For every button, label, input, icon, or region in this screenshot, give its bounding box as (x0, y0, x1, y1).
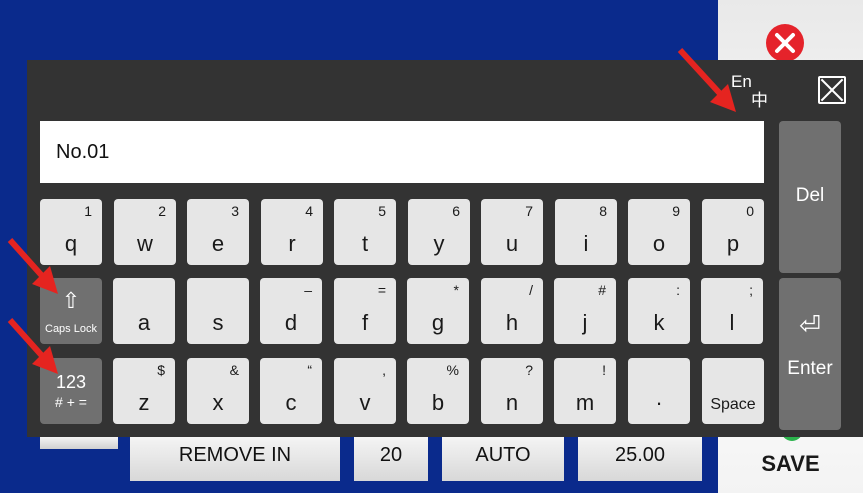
key-label: m (575, 390, 595, 415)
key-label: x (212, 390, 224, 415)
lang-secondary: 中 (751, 91, 768, 110)
annotation-arrow-num (7, 317, 58, 374)
annotation-arrow-lang (677, 47, 736, 112)
key-label: j (582, 310, 588, 335)
key-row3-5[interactable]: ? n (481, 358, 543, 424)
bottom-field-stub[interactable] (40, 437, 118, 449)
key-label: u (505, 231, 519, 256)
key-alt-symbol: * (453, 282, 459, 298)
key-row2-5[interactable]: / h (481, 278, 543, 344)
key-row2-1[interactable]: s (187, 278, 249, 344)
key-label: v (359, 390, 371, 415)
key-alt-symbol: 6 (452, 203, 460, 219)
key-alt-symbol: 7 (525, 203, 533, 219)
key-label: p (726, 231, 740, 256)
key-row1-5[interactable]: 6y (408, 199, 470, 265)
key-alt-symbol: = (377, 282, 386, 298)
del-key[interactable]: Del (779, 121, 841, 273)
key-alt-symbol: 5 (378, 203, 386, 219)
count-field[interactable]: 20 (354, 437, 428, 481)
key-alt-symbol: : (676, 282, 680, 298)
key-label: e (211, 231, 225, 256)
close-box-icon[interactable] (818, 76, 846, 104)
remove-in-field[interactable]: REMOVE IN (130, 437, 340, 481)
key-label: l (729, 310, 735, 335)
key-row3-0[interactable]: $ z (113, 358, 175, 424)
mode-field[interactable]: AUTO (442, 437, 564, 481)
key-label: h (505, 310, 519, 335)
key-row2-6[interactable]: # j (554, 278, 616, 344)
key-label: w (137, 231, 153, 256)
key-label: n (505, 390, 519, 415)
key-label: o (652, 231, 666, 256)
symbols-label: # + = (55, 394, 87, 410)
key-row2-7[interactable]: :k (628, 278, 690, 344)
key-alt-symbol: ! (602, 362, 606, 378)
key-row3-3[interactable]: ,v (334, 358, 396, 424)
key-row1-4[interactable]: 5t (334, 199, 396, 265)
key-row1-6[interactable]: 7u (481, 199, 543, 265)
key-alt-symbol: # (598, 282, 606, 298)
key-alt-symbol: , (382, 362, 386, 378)
key-label: a (137, 310, 151, 335)
key-alt-symbol: & (229, 362, 239, 378)
key-row1-2[interactable]: 3e (187, 199, 249, 265)
key-label: f (361, 310, 369, 335)
key-alt-symbol: 8 (599, 203, 607, 219)
enter-icon: ⏎ (799, 310, 821, 340)
key-row3-6[interactable]: ! m (554, 358, 616, 424)
key-alt-symbol: “ (307, 362, 312, 378)
key-row3-1[interactable]: & x (187, 358, 249, 424)
enter-key[interactable]: ⏎ Enter (779, 278, 841, 430)
key-row1-8[interactable]: 9o (628, 199, 690, 265)
key-alt-symbol: ; (749, 282, 753, 298)
key-label: r (288, 231, 296, 256)
key-label: y (433, 231, 445, 256)
value-field[interactable]: 25.00 (578, 437, 702, 481)
key-label: z (138, 390, 150, 415)
key-label: c (285, 390, 297, 415)
key-row2-8[interactable]: ; l (701, 278, 763, 344)
key-row1-3[interactable]: 4r (261, 199, 323, 265)
key-label: b (431, 390, 445, 415)
key-label: i (583, 231, 589, 256)
key-alt-symbol: % (446, 362, 459, 378)
key-row3-2[interactable]: “c (260, 358, 322, 424)
key-row1-7[interactable]: 8i (555, 199, 617, 265)
key-alt-symbol: 3 (231, 203, 239, 219)
key-alt-symbol: $ (157, 362, 165, 378)
key-label: d (284, 310, 298, 335)
key-row3-7[interactable]: · (628, 358, 690, 424)
key-row2-3[interactable]: = f (334, 278, 396, 344)
annotation-arrow-caps (7, 237, 58, 294)
key-label: s (212, 310, 224, 335)
close-circle-icon[interactable] (766, 24, 804, 62)
key-row2-2[interactable]: – d (260, 278, 322, 344)
key-alt-symbol: 1 (84, 203, 92, 219)
key-row2-0[interactable]: a (113, 278, 175, 344)
key-row2-4[interactable]: * g (407, 278, 469, 344)
key-row1-9[interactable]: 0p (702, 199, 764, 265)
del-label: Del (795, 185, 825, 206)
key-label: g (431, 310, 445, 335)
key-alt-symbol: 9 (672, 203, 680, 219)
key-row1-1[interactable]: 2w (114, 199, 176, 265)
key-alt-symbol: 2 (158, 203, 166, 219)
text-input[interactable] (40, 121, 764, 183)
key-alt-symbol: ? (525, 362, 533, 378)
key-alt-symbol: 4 (305, 203, 313, 219)
key-alt-symbol: – (304, 282, 312, 298)
save-button[interactable]: SAVE (718, 444, 863, 484)
space-label: Space (710, 396, 756, 413)
key-label: · (655, 390, 663, 415)
key-row3-4[interactable]: % b (407, 358, 469, 424)
space-key[interactable]: Space (702, 358, 764, 424)
key-label: k (653, 310, 665, 335)
key-label: t (361, 231, 369, 256)
enter-label: Enter (787, 358, 833, 379)
close-x-glyph (775, 33, 795, 53)
key-alt-symbol: / (529, 282, 533, 298)
key-alt-symbol: 0 (746, 203, 754, 219)
